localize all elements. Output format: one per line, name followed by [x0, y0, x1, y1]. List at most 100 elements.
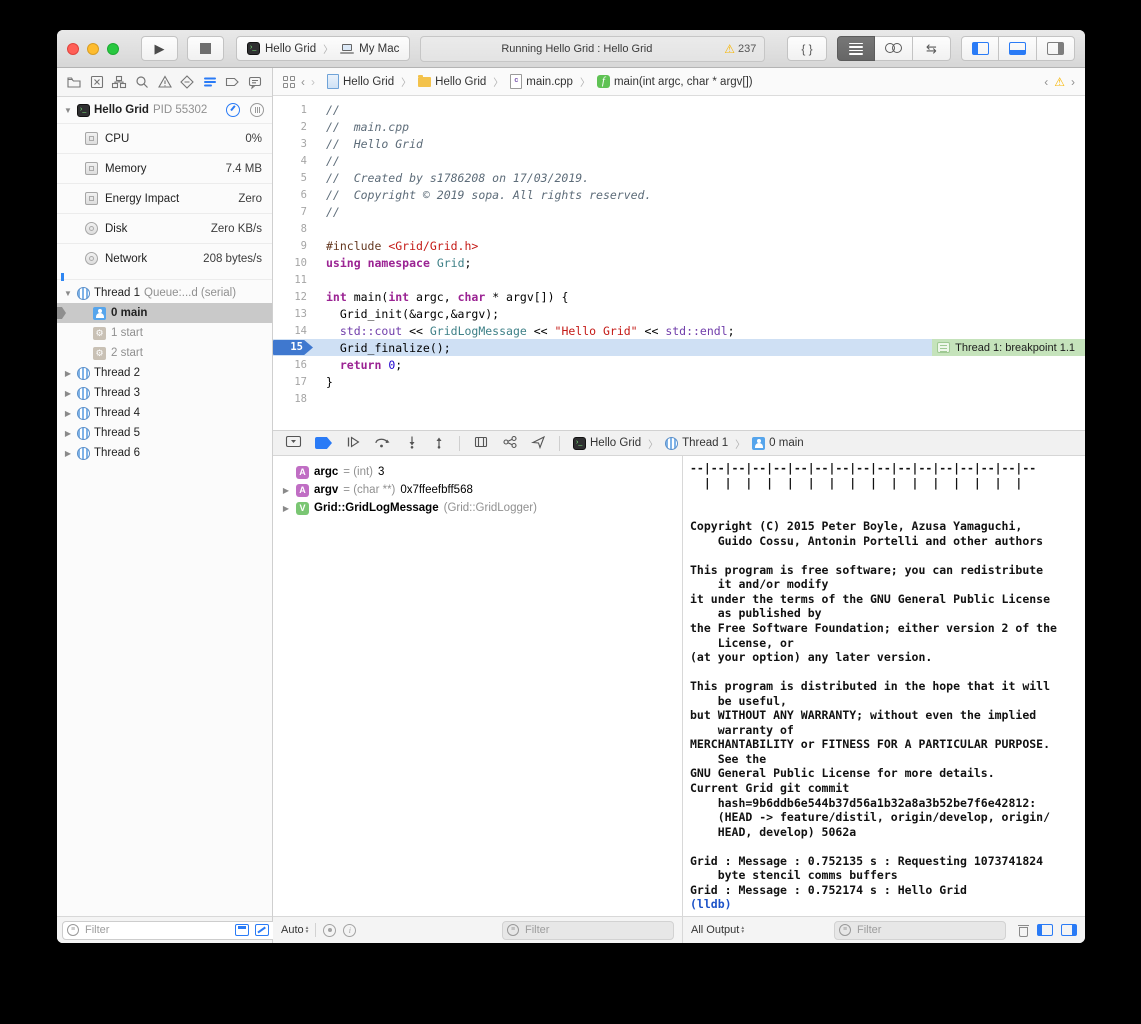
project-navigator-button[interactable]	[66, 74, 82, 90]
breadcrumb-item[interactable]: 0 main	[752, 437, 804, 450]
find-navigator-button[interactable]	[134, 74, 150, 90]
zoom-window-button[interactable]	[107, 43, 119, 55]
source-editor[interactable]: 1 // 2 // main.cpp 3 // Hello Grid 4 // …	[273, 96, 1085, 430]
gauge-row-energy[interactable]: Energy Impact Zero	[57, 183, 272, 213]
next-issue-button[interactable]: ›	[1071, 75, 1075, 89]
line-number[interactable]: 8	[273, 223, 313, 235]
thread-row[interactable]: ▶ Thread 3	[57, 383, 272, 403]
profile-in-instruments-icon[interactable]	[226, 103, 240, 117]
disclosure-triangle[interactable]: ▼	[63, 106, 73, 115]
disclosure-triangle[interactable]: ▼	[63, 289, 73, 298]
line-number[interactable]: 10	[273, 257, 313, 269]
stack-frame-row[interactable]: 0 main	[57, 303, 272, 323]
breadcrumb-item[interactable]: Hello Grid	[418, 76, 486, 88]
scope-selector[interactable]: Auto ▴▾	[281, 924, 308, 936]
debug-view-hierarchy-button[interactable]	[473, 435, 489, 452]
console-filter-input[interactable]	[855, 923, 1001, 937]
line-number[interactable]: 16	[273, 359, 313, 371]
disclosure-triangle[interactable]: ▶	[281, 504, 291, 513]
show-console-button[interactable]	[1061, 924, 1077, 936]
disclosure-triangle[interactable]	[281, 468, 291, 477]
variable-row[interactable]: ▶ A argv = (char **) 0x7ffeefbff568	[281, 481, 674, 499]
print-description-icon[interactable]: i	[343, 924, 356, 937]
related-items-icon[interactable]	[283, 76, 295, 88]
view-mode-icon[interactable]	[250, 103, 264, 117]
disclosure-triangle[interactable]: ▶	[63, 429, 73, 438]
gauge-row-cpu[interactable]: CPU 0%	[57, 123, 272, 153]
step-out-button[interactable]	[432, 435, 446, 452]
line-number[interactable]: 2	[273, 121, 313, 133]
breadcrumb-item[interactable]: Thread 1	[665, 437, 728, 450]
toggle-inspectors-button[interactable]	[1037, 36, 1075, 61]
breakpoints-toggle-button[interactable]	[315, 437, 332, 449]
quicklook-eye-icon[interactable]	[323, 924, 336, 937]
console-filter-field[interactable]: ≡	[834, 921, 1006, 940]
scheme-selector[interactable]: ›_ Hello Grid 〉 My Mac	[236, 36, 410, 61]
step-into-button[interactable]	[405, 435, 419, 452]
variable-row[interactable]: ▶ V Grid::GridLogMessage (Grid::GridLogg…	[281, 499, 674, 517]
gauge-row-memory[interactable]: Memory 7.4 MB	[57, 153, 272, 183]
continue-button[interactable]	[345, 435, 361, 452]
disclosure-triangle[interactable]: ▶	[63, 449, 73, 458]
breadcrumb-item[interactable]: cmain.cpp	[510, 74, 573, 89]
step-over-button[interactable]	[374, 435, 392, 452]
breadcrumb-item[interactable]: ›_Hello Grid	[573, 437, 641, 450]
stack-frame-row[interactable]: ⚙ 2 start	[57, 343, 272, 363]
variables-view[interactable]: A argc = (int) 3 ▶ A argv = (char **) 0x…	[273, 456, 683, 916]
console-output-selector[interactable]: All Output ▴▾	[691, 924, 744, 936]
thread-row[interactable]: ▶ Thread 2	[57, 363, 272, 383]
activity-viewer[interactable]: Running Hello Grid : Hello Grid ⚠ 237	[420, 36, 765, 62]
line-number[interactable]: 13	[273, 308, 313, 320]
line-number[interactable]: 7	[273, 206, 313, 218]
filter-running-toggle[interactable]	[235, 924, 249, 936]
line-number[interactable]: 3	[273, 138, 313, 150]
hide-debug-area-button[interactable]	[285, 434, 302, 452]
disclosure-triangle[interactable]: ▶	[63, 369, 73, 378]
breakpoint-navigator-button[interactable]	[224, 74, 240, 90]
version-editor-button[interactable]: ⇆	[913, 36, 951, 61]
breadcrumb-item[interactable]: Hello Grid	[327, 74, 394, 89]
breakpoint-line-number[interactable]: 15	[273, 340, 313, 355]
line-number[interactable]: 11	[273, 274, 313, 286]
console-output[interactable]: --|--|--|--|--|--|--|--|--|--|--|--|--|-…	[683, 456, 1085, 916]
gauge-row-disk[interactable]: Disk Zero KB/s	[57, 213, 272, 243]
variables-filter-field[interactable]: ≡	[502, 921, 674, 940]
assistant-editor-button[interactable]	[875, 36, 913, 61]
line-number[interactable]: 12	[273, 291, 313, 303]
toggle-debug-area-button[interactable]	[999, 36, 1037, 61]
process-row[interactable]: ▼ ›_ Hello Grid PID 55302	[57, 97, 272, 123]
memory-graph-button[interactable]	[502, 435, 518, 452]
minimize-window-button[interactable]	[87, 43, 99, 55]
issue-warning-icon[interactable]: ⚠	[1054, 76, 1065, 88]
disclosure-triangle[interactable]: ▶	[63, 389, 73, 398]
previous-issue-button[interactable]: ‹	[1044, 75, 1048, 89]
thread-row[interactable]: ▶ Thread 6	[57, 443, 272, 463]
thread-row[interactable]: ▶ Thread 5	[57, 423, 272, 443]
variables-filter-input[interactable]	[523, 923, 669, 937]
standard-editor-button[interactable]	[837, 36, 875, 61]
line-number[interactable]: 18	[273, 393, 313, 405]
thread-row[interactable]: ▼ Thread 1 Queue:...d (serial)	[57, 283, 272, 303]
debug-navigator-button[interactable]	[202, 74, 218, 90]
disclosure-triangle[interactable]: ▶	[281, 486, 291, 495]
run-button[interactable]: ▶	[141, 36, 178, 61]
report-navigator-button[interactable]	[247, 74, 263, 90]
toggle-navigator-button[interactable]	[961, 36, 999, 61]
line-number[interactable]: 1	[273, 104, 313, 116]
clear-console-button[interactable]	[1018, 924, 1029, 937]
line-number[interactable]: 4	[273, 155, 313, 167]
warning-badge[interactable]: ⚠ 237	[724, 43, 756, 55]
go-back-button[interactable]: ‹	[301, 75, 305, 89]
code-review-button[interactable]: { }	[787, 36, 827, 61]
line-number[interactable]: 9	[273, 240, 313, 252]
line-number[interactable]: 17	[273, 376, 313, 388]
navigator-filter-input[interactable]	[83, 923, 229, 937]
test-navigator-button[interactable]	[179, 74, 195, 90]
disclosure-triangle[interactable]: ▶	[63, 409, 73, 418]
breadcrumb-item[interactable]: fmain(int argc, char * argv[])	[597, 75, 753, 88]
close-window-button[interactable]	[67, 43, 79, 55]
variable-row[interactable]: A argc = (int) 3	[281, 463, 674, 481]
simulate-location-button[interactable]	[531, 435, 546, 452]
source-control-navigator-button[interactable]	[89, 74, 105, 90]
issue-navigator-button[interactable]	[157, 74, 173, 90]
